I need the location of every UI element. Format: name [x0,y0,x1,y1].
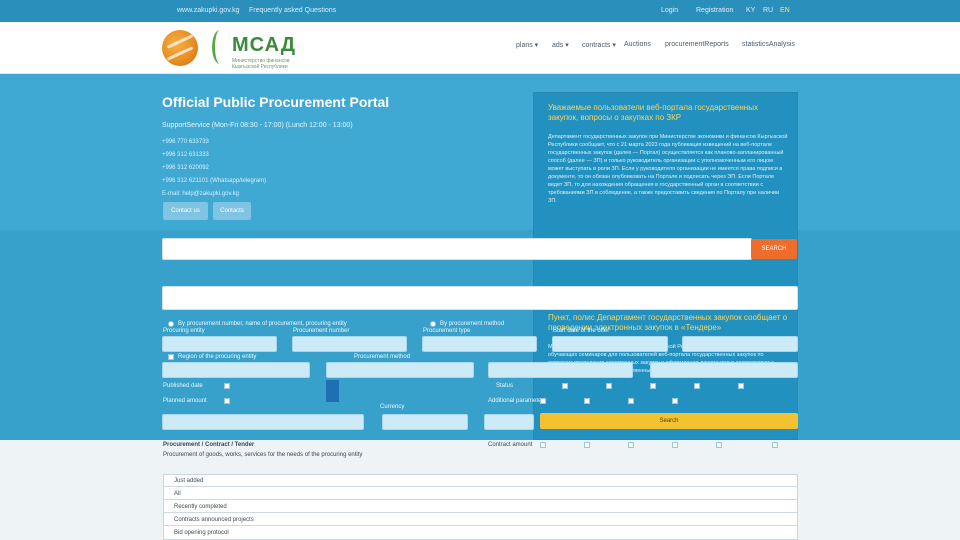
published-date-to[interactable] [650,362,798,378]
nav-ads[interactable]: ads ▾ [552,41,569,49]
currency-select[interactable] [382,414,468,430]
support-email[interactable]: E-mail: help@zakupki.gov.kg [162,191,239,197]
support-hours: SupportService (Mon-Fri 08:30 - 17:00) (… [162,122,353,129]
filter-bar[interactable] [162,286,798,310]
tab-contracts-announced[interactable]: Contracts announced projects [164,514,797,526]
filter-search-button[interactable]: Search [540,413,798,429]
phone-2: +996 312 631333 [162,152,209,158]
toggle-block[interactable] [326,380,339,402]
checkbox-region[interactable] [168,354,174,360]
search-section [0,230,960,440]
lang-en[interactable]: EN [780,7,790,14]
search-button[interactable]: SEARCH [751,239,797,259]
list-checkbox-1[interactable] [540,442,546,448]
news-panel: Уважаемые пользователи веб-портала госуд… [533,92,798,440]
offer-start-date-field[interactable] [552,336,668,352]
register-link[interactable]: Registration [696,7,733,14]
ministry-globe-logo[interactable] [162,30,198,66]
procurement-number-label: Procurement number [293,328,350,334]
currency-label: Currency [380,404,405,410]
contact-us-button[interactable]: Contact us [163,202,208,220]
procurement-number-field[interactable] [292,336,407,352]
status-checkbox-3[interactable] [650,383,656,389]
extra-checkbox-1[interactable] [540,398,546,404]
leaf-logo-icon [212,30,228,64]
published-date-label: Published date [163,383,203,389]
procuring-entity-field[interactable] [162,336,277,352]
login-link[interactable]: Login [661,7,678,14]
radio-by-number[interactable] [168,321,174,327]
planned-amount-label: Planned amount [163,398,207,404]
logo-subtitle: Министерство финансов Кыргызской Республ… [232,58,290,70]
radio-by-method[interactable] [430,321,436,327]
region-checkbox-label: Region of the procuring entity [178,354,257,360]
procurement-tabs: Just added All Recently completed Contra… [163,474,798,540]
checkbox-published-date[interactable] [224,383,230,389]
logo-text[interactable]: МСАД [232,34,296,57]
extra-checkbox-3[interactable] [628,398,634,404]
nav-contracts[interactable]: contracts ▾ [582,41,616,49]
list-checkbox-5[interactable] [716,442,722,448]
top-bar: www.zakupki.gov.kg Frequently asked Ques… [0,0,960,22]
status-checkbox-2[interactable] [606,383,612,389]
list-checkbox-3[interactable] [628,442,634,448]
tab-recently-completed[interactable]: Recently completed [164,501,797,513]
procuring-entity-label: Procuring entity [163,328,205,334]
nav-auctions[interactable]: Auctions [624,41,651,48]
procurement-type-label: Procurement type [423,328,471,334]
procurement-type-field[interactable] [422,336,537,352]
radio-by-method-label: By procurement method [440,321,505,327]
list-checkbox-4[interactable] [672,442,678,448]
status-checkbox-4[interactable] [694,383,700,389]
topbar-link-portal[interactable]: www.zakupki.gov.kg [177,7,240,14]
search-input[interactable] [162,238,752,260]
published-date-from[interactable] [488,362,633,378]
tab-just-added[interactable]: Just added [164,475,797,487]
tab-all[interactable]: All [164,488,797,500]
topbar-link-faq[interactable]: Frequently asked Questions [249,7,336,14]
lang-ky[interactable]: KY [746,7,755,14]
status-label: Status [496,383,514,389]
contacts-button[interactable]: Contacts [213,202,251,220]
extra-params-label: Additional parameters [488,398,547,404]
site-header: МСАД Министерство финансов Кыргызской Ре… [0,22,960,74]
contract-amount-label: Contract amount [488,442,533,448]
tab-bid-opening[interactable]: Bid opening protocol [164,527,797,539]
status-checkbox-5[interactable] [738,383,744,389]
procurement-method-select[interactable] [326,362,474,378]
nav-statistics[interactable]: statisticsAnalysis [742,41,795,48]
checkbox-planned-amount[interactable] [224,398,230,404]
procurement-method-label: Procurement method [354,354,411,360]
list-description: Procurement of goods, works, services fo… [163,452,363,458]
nav-reports[interactable]: procurementReports [665,41,729,48]
extra-checkbox-2[interactable] [584,398,590,404]
extra-param-input[interactable] [484,414,534,430]
phone-4: +996 312 621101 (Whatsapp/telegram) [162,178,267,184]
news-body-1: Департамент государственных закупок при … [548,134,788,204]
region-select[interactable] [162,362,310,378]
list-checkbox-2[interactable] [584,442,590,448]
nav-plans[interactable]: plans ▾ [516,41,538,49]
extra-checkbox-4[interactable] [672,398,678,404]
planned-amount-input[interactable] [162,414,364,430]
phone-3: +996 312 620092 [162,165,209,171]
phone-1: +996 770 633733 [162,139,209,145]
news-title-1[interactable]: Уважаемые пользователи веб-портала госуд… [548,103,788,123]
radio-by-number-label: By procurement number, name of procureme… [178,321,347,327]
offer-start-date-label: Start date of the offer [553,328,610,334]
page-title: Official Public Procurement Portal [162,94,390,110]
lang-ru[interactable]: RU [763,7,773,14]
status-checkbox-1[interactable] [562,383,568,389]
list-checkbox-6[interactable] [772,442,778,448]
offer-end-date-field[interactable] [682,336,798,352]
list-heading: Procurement / Contract / Tender [163,442,255,448]
